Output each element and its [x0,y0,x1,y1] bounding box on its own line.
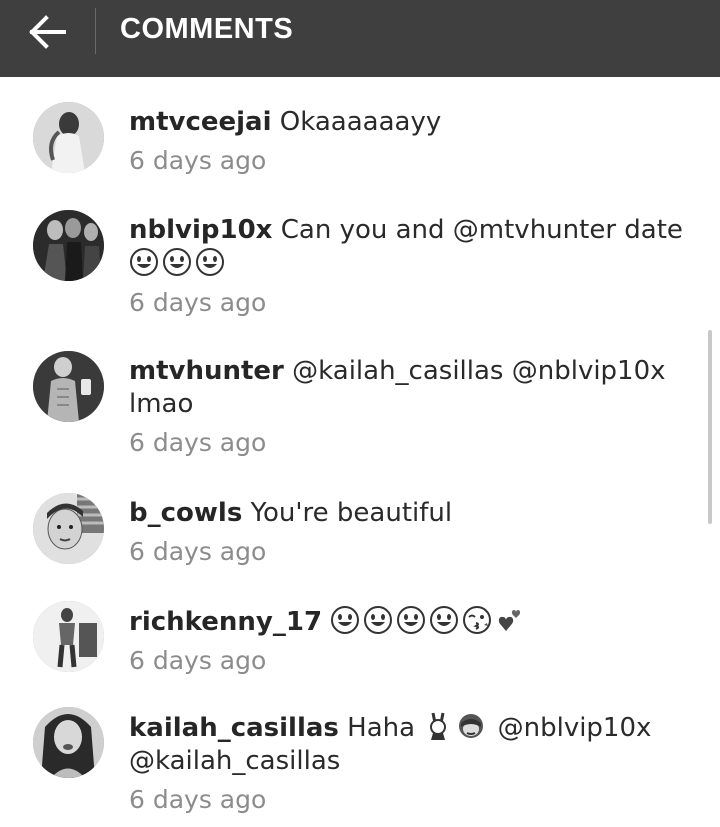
top-bar: COMMENTS [0,0,720,77]
grinning-face-icon [430,606,459,634]
back-button[interactable] [26,12,70,52]
comment-mention[interactable]: @kailah_casillas [129,746,340,776]
two-hearts-icon [499,610,521,631]
comment-timestamp: 6 days ago [129,785,267,814]
avatar[interactable] [33,102,104,173]
grinning-face-icon [163,248,191,276]
emoji-row [330,606,528,637]
comment-username[interactable]: kailah_casillas [129,713,339,743]
comment-username[interactable]: b_cowls [129,498,242,528]
comment-timestamp: 6 days ago [129,537,267,566]
back-arrow-icon [29,15,66,49]
see-no-evil-monkey-icon [459,714,484,738]
comment-timestamp: 6 days ago [129,288,267,317]
avatar[interactable] [33,601,104,672]
page-title: COMMENTS [120,13,294,45]
comment-username[interactable]: nblvip10x [129,215,272,245]
comment-username[interactable]: mtvceejai [129,107,272,137]
comment-text: You're beautiful [250,498,453,528]
emoji-row [129,248,228,279]
grinning-face-icon [397,606,426,634]
grinning-face-icon [331,606,360,634]
comment-timestamp: 6 days ago [129,146,267,175]
comment-username[interactable]: mtvhunter [129,356,284,386]
avatar[interactable] [33,493,104,564]
kissing-face-icon [463,606,492,634]
comment-username[interactable]: richkenny_17 [129,607,322,637]
comment-text[interactable]: @kailah_casillas @nblvip10x [292,356,665,386]
comment-text: Okaaaaaayy [279,107,442,137]
grinning-face-icon [130,248,158,276]
scrollbar[interactable] [708,330,712,524]
avatar[interactable] [33,210,104,281]
grinning-face-icon [364,606,393,634]
avatar[interactable] [33,351,104,422]
comment-mention[interactable]: @nblvip10x [498,713,652,743]
header-divider [95,8,96,54]
comment-text: Haha [347,713,416,743]
comment-text-line2: lmao [129,389,194,419]
avatar[interactable] [33,707,104,778]
comment-timestamp: 6 days ago [129,428,267,457]
emoji-row [423,712,497,743]
comment-timestamp: 6 days ago [129,646,267,675]
grinning-face-icon [196,248,224,276]
bunny-dancers-icon [430,712,447,740]
comment-text: Can you and @mtvhunter date [280,215,683,245]
